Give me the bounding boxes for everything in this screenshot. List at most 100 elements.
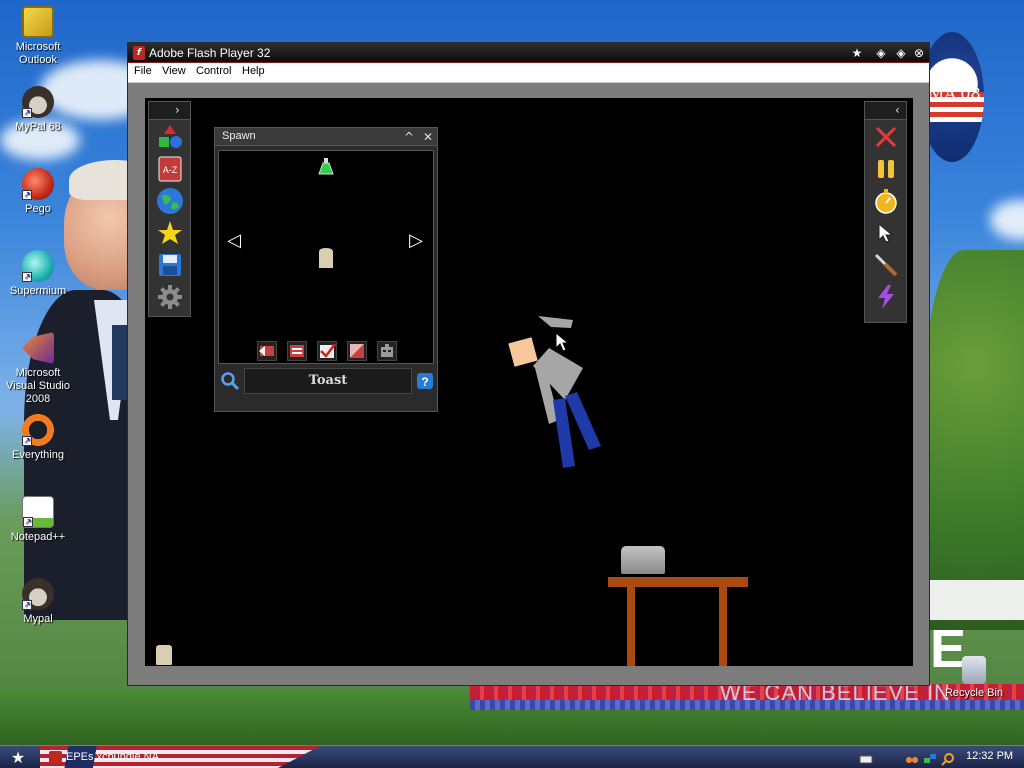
globe-icon [156, 188, 183, 214]
minimize-button[interactable]: ◈ [873, 45, 889, 61]
ragdoll-arm-upper [538, 316, 573, 328]
lightning-icon [877, 285, 894, 309]
spawn-prev-button[interactable]: ◁ [224, 231, 244, 251]
left-toolbar-header: › [149, 102, 190, 120]
clock[interactable]: 12:32 PM [966, 750, 1013, 762]
spawn-panel-header[interactable]: Spawn ^ ✕ [215, 128, 437, 146]
desktop-icon-visual-studio[interactable]: Microsoft Visual Studio 2008 [0, 332, 76, 406]
spawn-help-button[interactable]: ? [415, 371, 435, 391]
left-toolbar-toggle[interactable]: › [175, 103, 180, 117]
spawn-next-button[interactable]: ▷ [406, 231, 426, 251]
start-button[interactable]: ★ [3, 748, 33, 767]
flash-icon: f [133, 46, 145, 60]
ragdoll-head [508, 337, 538, 367]
spawn-close-button[interactable]: ✕ [420, 128, 436, 146]
desktop-icon-outlook[interactable]: Microsoft Outlook [0, 6, 76, 67]
a-z-tool[interactable]: A-Z [153, 154, 187, 184]
filter-back-button[interactable] [257, 341, 277, 361]
keyboard-icon[interactable] [859, 751, 873, 765]
spawn-collapse-button[interactable]: ^ [401, 128, 417, 146]
visual-studio-icon [22, 332, 54, 364]
settings-tool[interactable] [153, 282, 187, 312]
close-x-icon [875, 126, 896, 148]
maximize-button[interactable]: ◈ [893, 45, 909, 61]
flash-icon [49, 751, 62, 764]
notepad-plus-plus-icon: ↗ [22, 496, 54, 528]
desktop-icon-label: Microsoft Visual Studio 2008 [5, 367, 70, 405]
desktop-icon-label: Microsoft Outlook [15, 41, 61, 66]
desktop-icon-notepad-plus-plus[interactable]: ↗ Notepad++ [0, 496, 76, 544]
save-tool[interactable] [153, 250, 187, 280]
cursor-icon [878, 222, 893, 243]
taskbar-task-flash[interactable]: EPEs xcbundle NA [46, 748, 196, 767]
window-title-bar[interactable]: f Adobe Flash Player 32 ★ ◈ ◈ ⊗ [128, 43, 929, 63]
filter-diagonal-icon [350, 344, 364, 358]
filter-check-button[interactable] [317, 341, 337, 361]
mypal-icon: ↗ [22, 578, 54, 610]
star-icon [157, 221, 182, 244]
shapes-icon [158, 125, 182, 148]
supermium-icon: ↗ [22, 250, 54, 282]
flash-player-window: f Adobe Flash Player 32 ★ ◈ ◈ ⊗ File Vie… [127, 42, 930, 686]
save-icon [158, 254, 181, 276]
network-icon[interactable] [923, 751, 937, 765]
filter-sliders-button[interactable] [287, 341, 307, 361]
search-magnifier-button[interactable] [220, 371, 240, 391]
search-icon[interactable] [941, 751, 955, 766]
menu-file[interactable]: File [134, 65, 152, 77]
desktop-icon-label: Notepad++ [10, 531, 66, 543]
slow-motion-tool[interactable] [869, 186, 903, 216]
system-tray: 12:32 PM [853, 747, 1024, 768]
desktop-icon-label: Mypal [23, 613, 53, 625]
toast-icon[interactable] [317, 247, 335, 269]
pin-star-icon[interactable]: ★ [849, 45, 865, 61]
a-z-icon: A-Z [158, 156, 181, 182]
taskbar-task-label: EPEs xcbundle NA [66, 751, 159, 763]
spawn-search-field[interactable]: Toast [244, 368, 412, 394]
desktop-icon-label: Recycle Bin [944, 687, 1004, 699]
recycle-bin-icon [962, 656, 986, 684]
table-leg-left[interactable] [627, 587, 635, 666]
spawn-preview[interactable]: ◁ ▷ [218, 150, 434, 364]
favorites-tool[interactable] [153, 218, 187, 248]
shock-tool[interactable] [869, 282, 903, 312]
knife-tool[interactable] [869, 250, 903, 280]
desktop-icon-label: Pego [25, 203, 51, 215]
shapes-tool[interactable] [153, 122, 187, 152]
filter-diagonal-button[interactable] [347, 341, 367, 361]
menu-help[interactable]: Help [242, 65, 265, 77]
cloud [990, 200, 1024, 240]
desktop-icon-supermium[interactable]: ↗ Supermium [0, 250, 76, 298]
knife-icon [874, 253, 897, 277]
spawn-panel-title: Spawn [222, 130, 256, 142]
table-leg-right[interactable] [719, 587, 727, 666]
desktop-icon-everything[interactable]: ↗ Everything [0, 414, 76, 462]
menu-view[interactable]: View [162, 65, 186, 77]
binoculars-icon[interactable] [905, 751, 919, 765]
close-button[interactable]: ⊗ [911, 45, 927, 61]
table-top[interactable] [608, 577, 748, 587]
menu-control[interactable]: Control [196, 65, 231, 77]
right-toolbar: ‹ [864, 101, 907, 323]
right-toolbar-header: ‹ [865, 102, 906, 120]
desktop-icon-mypal[interactable]: ↗ Mypal [0, 578, 76, 626]
ragdoll[interactable] [505, 308, 645, 478]
toaster[interactable] [621, 546, 665, 574]
drag-tool[interactable] [869, 218, 903, 248]
svg-text:?: ? [421, 375, 428, 389]
flask-icon[interactable] [318, 157, 334, 175]
globe-tool[interactable] [153, 186, 187, 216]
clear-tool[interactable] [869, 122, 903, 152]
desktop-icon-mypal-68[interactable]: ↗ MyPal 68 [0, 86, 76, 134]
search-magnifier-icon [221, 372, 240, 391]
pego-icon: ↗ [22, 168, 54, 200]
filter-robot-button[interactable] [377, 341, 397, 361]
right-toolbar-toggle[interactable]: ‹ [895, 103, 900, 117]
everything-icon: ↗ [22, 414, 54, 446]
pause-tool[interactable] [869, 154, 903, 184]
pause-icon [877, 160, 894, 178]
desktop-icon-recycle-bin[interactable]: Recycle Bin [936, 656, 1012, 700]
toast-object[interactable] [156, 645, 172, 665]
desktop-icon-pego[interactable]: ↗ Pego [0, 168, 76, 216]
game-stage[interactable]: › A-Z ‹ Spawn ^ ✕ ◁ ▷ Toast ? [145, 98, 913, 666]
